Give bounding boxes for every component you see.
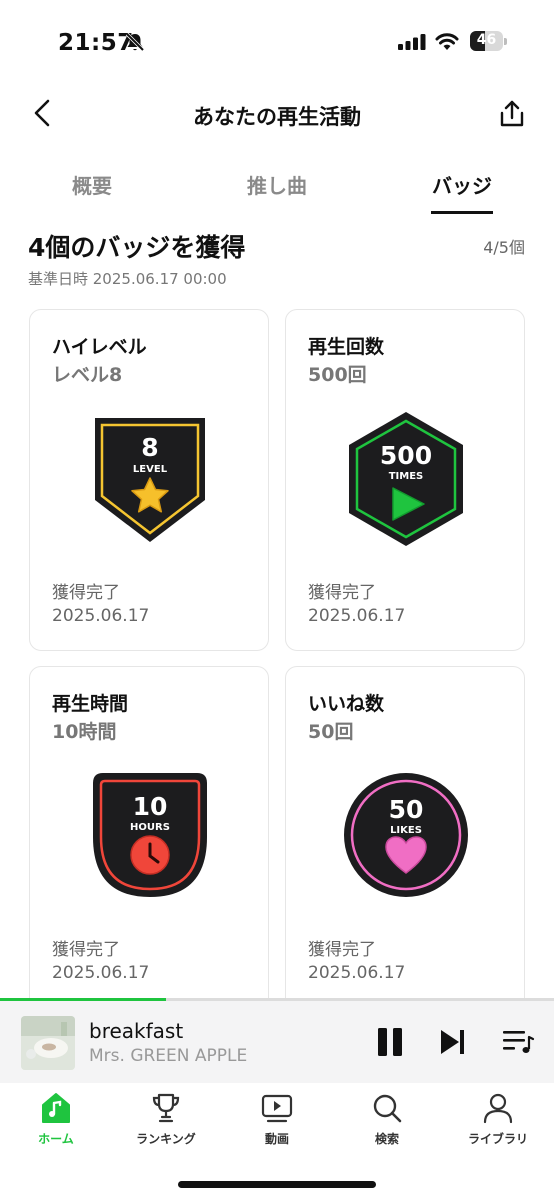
badge-name: ハイレベル xyxy=(52,336,147,358)
segment-tabs: 概要 推し曲 バッジ xyxy=(0,165,554,215)
tab-favorite-songs[interactable]: 推し曲 xyxy=(230,170,324,199)
bell-slash-icon xyxy=(125,32,145,52)
battery-level: 46 xyxy=(476,32,497,48)
badge-unit: LEVEL xyxy=(133,464,168,475)
badge-date: 2025.06.17 xyxy=(308,606,406,626)
badge-number: 50 xyxy=(389,795,424,824)
badge-unit: LIKES xyxy=(390,825,422,836)
level-badge-shield: 8 LEVEL xyxy=(95,418,205,542)
badge-card-play-time[interactable]: 再生時間 10時間 10 HOURS 獲得完了 2025.06.17 xyxy=(29,666,269,1011)
tabbar-label: ライブラリ xyxy=(467,1132,528,1146)
badge-card-likes[interactable]: いいね数 50回 50 LIKES 獲得完了 2025.06.17 xyxy=(285,666,525,1011)
badge-date: 2025.06.17 xyxy=(52,963,150,983)
signal-icon xyxy=(398,34,426,50)
tabbar-item-video[interactable]: 動画 xyxy=(227,1091,327,1147)
person-icon xyxy=(483,1093,513,1124)
active-tab-indicator xyxy=(431,211,493,214)
clock-icon xyxy=(130,835,170,875)
trophy-icon xyxy=(152,1093,180,1123)
track-title: breakfast xyxy=(89,1019,184,1043)
badge-name: 再生回数 xyxy=(308,336,385,358)
pause-icon[interactable] xyxy=(375,1026,405,1058)
badge-status: 獲得完了 xyxy=(308,940,376,960)
badge-status: 獲得完了 xyxy=(52,940,120,960)
page-title: あなたの再生活動 xyxy=(193,105,361,129)
tab-badges[interactable]: バッジ xyxy=(418,170,506,199)
play-count-badge-hexagon: 500 TIMES xyxy=(349,412,463,546)
badge-status: 獲得完了 xyxy=(308,583,376,603)
tabbar-label: 検索 xyxy=(374,1132,399,1146)
badge-card-level[interactable]: ハイレベル レベル8 8 LEVEL 獲得完了 2025.06.17 xyxy=(29,309,269,651)
badge-level: 10時間 xyxy=(52,721,117,743)
badge-date: 2025.06.17 xyxy=(52,606,150,626)
reference-date: 基準日時 2025.06.17 00:00 xyxy=(28,270,227,288)
status-bar: 21:57 46 xyxy=(0,0,554,80)
tabbar-item-home[interactable]: ホーム xyxy=(6,1091,106,1147)
badge-level: レベル8 xyxy=(52,364,123,386)
badge-date: 2025.06.17 xyxy=(308,963,406,983)
badge-count: 4/5個 xyxy=(483,238,525,257)
skip-next-icon[interactable] xyxy=(438,1027,468,1057)
badge-status: 獲得完了 xyxy=(52,583,120,603)
tab-overview[interactable]: 概要 xyxy=(50,170,134,199)
badge-name: 再生時間 xyxy=(52,693,129,715)
badge-unit: HOURS xyxy=(130,822,170,833)
badge-summary-title: 4個のバッジを獲得 xyxy=(28,233,246,262)
badge-name: いいね数 xyxy=(308,693,385,715)
album-art xyxy=(21,1016,75,1070)
badge-number: 8 xyxy=(141,433,158,462)
badge-level: 500回 xyxy=(308,364,367,386)
video-icon xyxy=(261,1094,293,1123)
battery-indicator: 46 xyxy=(470,31,508,51)
home-indicator[interactable] xyxy=(178,1181,376,1188)
tabbar-item-search[interactable]: 検索 xyxy=(337,1091,437,1147)
tabbar-item-ranking[interactable]: ランキング xyxy=(116,1091,216,1147)
likes-badge-circle: 50 LIKES xyxy=(344,773,468,897)
badge-number: 10 xyxy=(133,792,168,821)
tabbar-item-library[interactable]: ライブラリ xyxy=(448,1091,548,1147)
queue-icon[interactable] xyxy=(501,1027,537,1057)
status-time: 21:57 xyxy=(58,30,134,56)
track-artist: Mrs. GREEN APPLE xyxy=(89,1046,248,1066)
search-icon xyxy=(373,1094,402,1123)
tabbar-label: ランキング xyxy=(136,1132,196,1146)
tabbar-label: ホーム xyxy=(38,1132,74,1146)
badge-unit: TIMES xyxy=(389,471,424,482)
play-time-badge: 10 HOURS xyxy=(93,773,207,897)
badge-level: 50回 xyxy=(308,721,354,743)
mini-player[interactable]: breakfast Mrs. GREEN APPLE xyxy=(0,1001,554,1083)
screen: 21:57 46 あなたの再生活動 概要 推し曲 バッジ 4個のバッジを獲得 4… xyxy=(0,0,554,1200)
share-icon[interactable] xyxy=(496,98,528,130)
wifi-icon xyxy=(435,33,459,50)
home-icon xyxy=(42,1093,70,1123)
badge-number: 500 xyxy=(380,441,432,470)
tabbar-label: 動画 xyxy=(264,1132,289,1146)
badge-card-play-count[interactable]: 再生回数 500回 500 TIMES 獲得完了 2025.06.17 xyxy=(285,309,525,651)
